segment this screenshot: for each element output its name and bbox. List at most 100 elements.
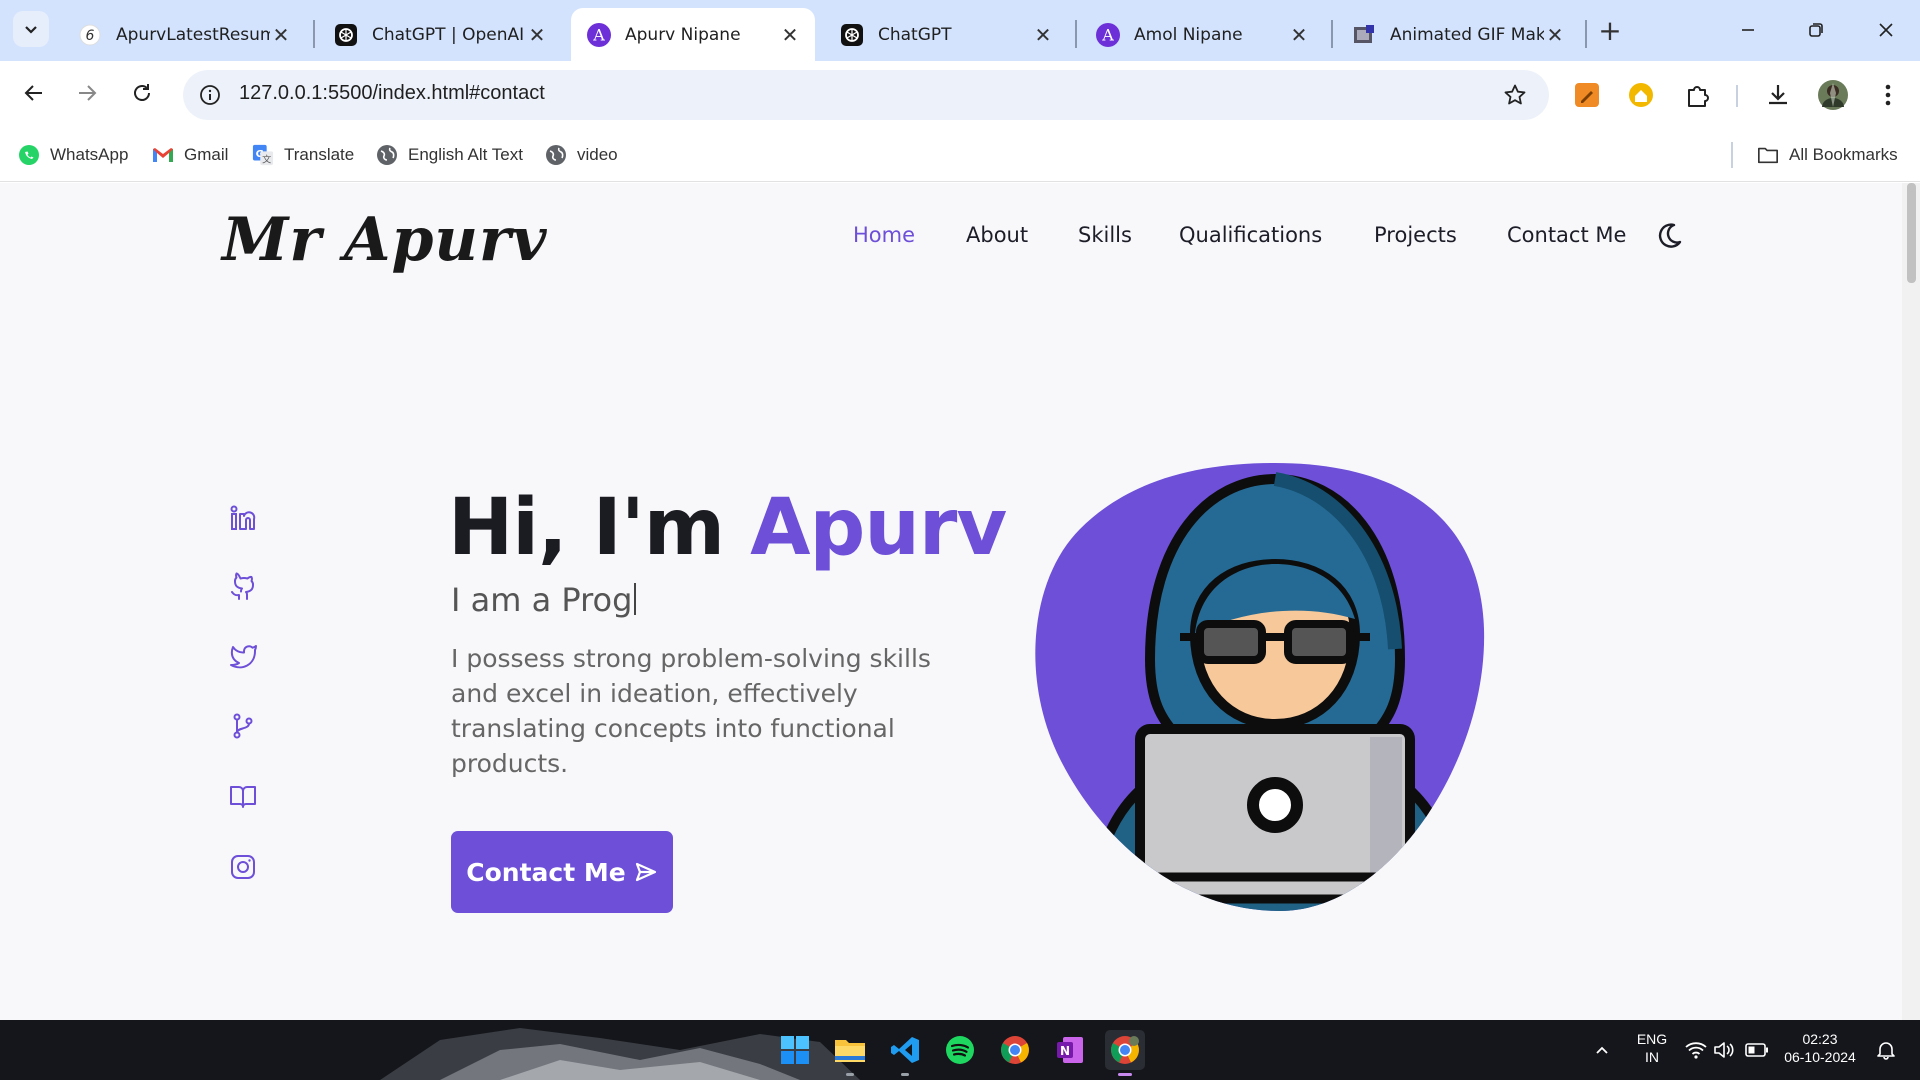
site-info-icon[interactable] [197,82,223,108]
language-indicator[interactable]: ENG IN [1632,1030,1672,1066]
all-bookmarks-label: All Bookmarks [1789,145,1898,164]
tab-title: Apurv Nipane [625,24,741,45]
download-icon[interactable] [1760,77,1796,113]
tab-title: Animated GIF Maker [1390,24,1544,45]
running-indicator [901,1073,909,1076]
github-icon[interactable] [226,570,260,604]
chevron-up-icon[interactable] [1590,1038,1614,1062]
globe-icon [545,144,567,166]
extensions-puzzle-icon[interactable] [1679,77,1715,113]
clock[interactable]: 02:23 06-10-2024 [1780,1030,1860,1066]
close-icon[interactable]: ✕ [1032,23,1054,47]
windows-start-icon[interactable] [775,1030,815,1070]
tab-title: ChatGPT | OpenAI [372,24,525,45]
bookmark-label: Gmail [184,145,229,164]
nav-skills[interactable]: Skills [1078,223,1132,247]
bookmark-gmail[interactable]: Gmail [152,141,228,169]
tab-apurv-latest-resume[interactable]: 6 ApurvLatestResume ✕ [62,8,306,61]
toolbar-separator [1736,85,1738,107]
hero-typing-text: I am a Prog [451,581,633,619]
purple-a-favicon-icon: A [1096,22,1120,47]
extension-pen-icon[interactable] [1569,77,1605,113]
bookmark-star-icon[interactable] [1501,81,1529,109]
git-branch-icon[interactable] [226,709,260,743]
minimize-button[interactable] [1726,10,1770,50]
translate-icon: G文 [252,144,274,166]
reload-button[interactable] [122,73,162,113]
portfolio-page: Mr Apurv Home About Skills Qualification… [0,183,1902,1020]
bookmarks-bar: WhatsApp Gmail G文 Translate English Alt … [0,129,1920,182]
nav-home[interactable]: Home [853,223,915,247]
globe-icon [376,144,398,166]
close-icon[interactable]: ✕ [526,23,548,47]
chrome-icon[interactable] [995,1030,1035,1070]
svg-text:A: A [592,25,605,44]
twitter-icon[interactable] [226,639,260,673]
running-indicator [1118,1073,1132,1076]
vscode-icon[interactable] [885,1030,925,1076]
nav-qualifications[interactable]: Qualifications [1179,223,1322,247]
tab-chatgpt[interactable]: ChatGPT ✕ [824,8,1068,61]
bookmark-video[interactable]: video [545,141,618,169]
site-logo[interactable]: Mr Apurv [222,205,548,275]
spotify-icon[interactable] [940,1030,980,1070]
nav-about[interactable]: About [966,223,1028,247]
page-scrollbar[interactable] [1902,183,1920,1020]
book-icon[interactable] [226,779,260,813]
arrow-right-icon [79,85,97,101]
tab-animated-gif-maker[interactable]: Animated GIF Maker ✕ [1336,8,1580,61]
all-bookmarks-button[interactable]: All Bookmarks [1757,141,1898,169]
bookmark-whatsapp[interactable]: WhatsApp [18,141,128,169]
contact-me-button[interactable]: Contact Me [451,831,673,913]
close-icon[interactable]: ✕ [779,23,801,47]
profile-avatar[interactable] [1815,77,1851,113]
close-icon[interactable]: ✕ [1288,23,1310,47]
instagram-icon[interactable] [226,850,260,884]
gmail-icon [152,144,174,166]
extension-home-icon[interactable] [1623,77,1659,113]
close-window-button[interactable] [1864,10,1908,50]
purple-a-favicon-icon: A [587,22,611,47]
nav-contact-me[interactable]: Contact Me [1507,223,1626,247]
volume-icon[interactable] [1712,1038,1736,1062]
bookmark-label: English Alt Text [408,145,523,164]
new-tab-button[interactable]: + [1594,14,1626,47]
language-code: ENG [1636,1031,1668,1047]
kebab-menu-icon[interactable] [1870,77,1906,113]
battery-icon[interactable] [1745,1038,1769,1062]
bookmark-label: Translate [284,145,355,164]
wifi-icon[interactable] [1684,1038,1708,1062]
hacker-avatar-illustration [1035,463,1485,911]
onenote-icon[interactable]: N [1050,1030,1090,1070]
restore-button[interactable] [1794,10,1838,50]
bookmark-english-alt-text[interactable]: English Alt Text [376,141,523,169]
region-code: IN [1645,1049,1659,1065]
scrollbar-thumb[interactable] [1907,183,1916,283]
bookmark-label: WhatsApp [50,145,129,164]
tab-search-button[interactable] [13,11,49,47]
chrome-profile-icon[interactable] [1105,1030,1145,1076]
tab-title: ChatGPT [878,24,952,45]
bookmark-label: video [577,145,618,164]
file-explorer-icon[interactable] [830,1030,870,1076]
hero-name: Apurv [750,483,1007,573]
dark-mode-moon-icon[interactable] [1654,221,1686,253]
url-text[interactable]: 127.0.0.1:5500/index.html#contact [239,82,545,105]
minimize-icon [1742,29,1754,31]
back-button[interactable] [14,73,54,113]
bookmark-translate[interactable]: G文 Translate [252,141,354,169]
tab-apurv-nipane-active[interactable]: A Apurv Nipane ✕ [571,8,815,61]
tab-chatgpt-openai[interactable]: ChatGPT | OpenAI ✕ [318,8,562,61]
notification-bell-icon[interactable] [1874,1038,1898,1062]
tab-amol-nipane[interactable]: A Amol Nipane ✕ [1080,8,1324,61]
address-bar[interactable]: 127.0.0.1:5500/index.html#contact [183,70,1549,120]
gif-maker-favicon-icon [1352,23,1376,47]
nav-projects[interactable]: Projects [1374,223,1457,247]
svg-text:N: N [1060,1044,1070,1058]
hero-greeting: Hi, I'm [448,483,751,573]
forward-button[interactable] [67,73,107,113]
close-icon[interactable]: ✕ [1544,23,1566,47]
linkedin-icon[interactable] [226,501,260,535]
svg-text:文: 文 [262,153,271,165]
close-icon[interactable]: ✕ [270,23,292,47]
